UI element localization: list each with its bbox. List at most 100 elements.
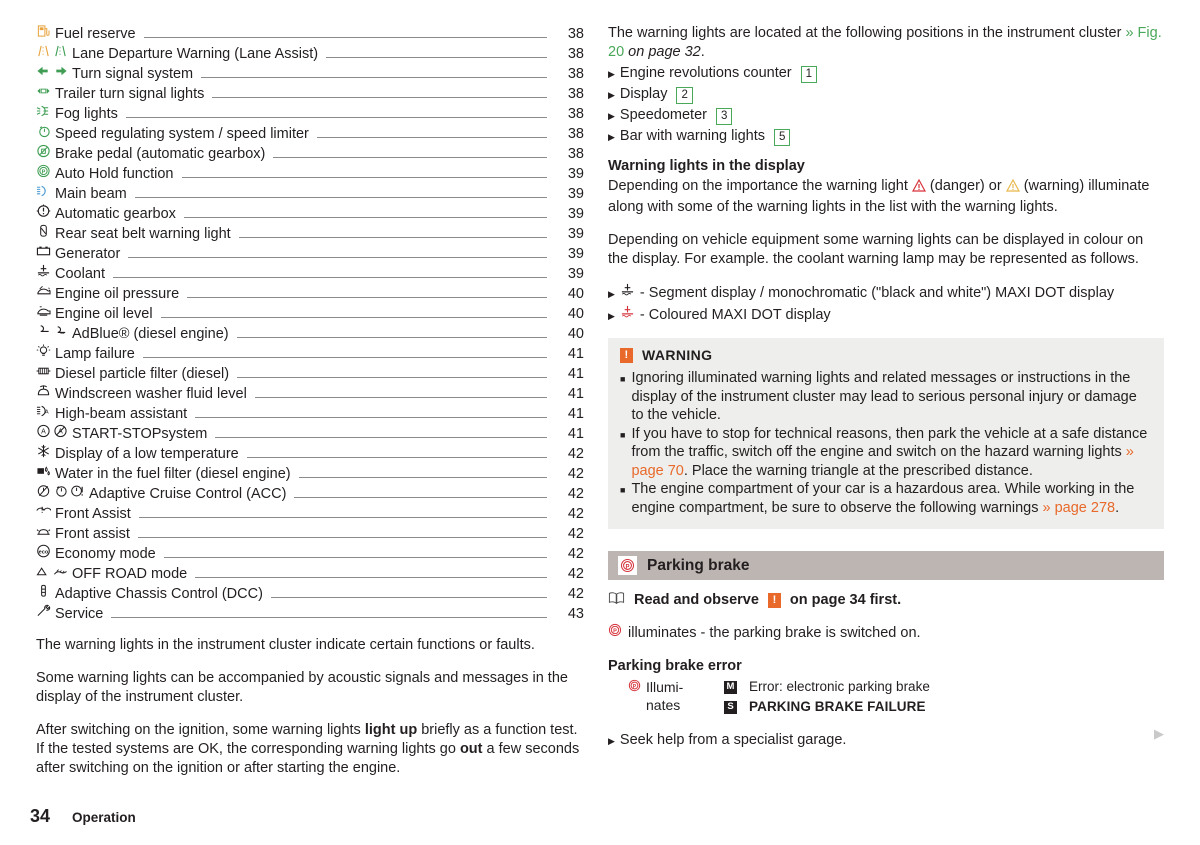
arrow-left-green-icon <box>36 64 51 84</box>
main-beam-icon <box>36 184 51 204</box>
toc-entry[interactable]: AdBlue® (diesel engine) 40 <box>36 324 584 344</box>
toc-leader-line <box>236 337 547 338</box>
toc-entry-page: 39 <box>567 166 584 182</box>
toc-leader-line <box>238 237 547 238</box>
toc-entry[interactable]: Coolant 39 <box>36 264 584 284</box>
toc-entry[interactable]: Lane Departure Warning (Lane Assist) 38 <box>36 44 584 64</box>
toc-entry[interactable]: Engine oil pressure 40 <box>36 284 584 304</box>
toc-entry[interactable]: Speed regulating system / speed limiter 3… <box>36 124 584 144</box>
toc-entry[interactable]: Lamp failure 41 <box>36 344 584 364</box>
warning-item: ■ The engine compartment of your car is a… <box>620 480 1152 517</box>
bullet-triangle-icon: ▶ <box>608 132 615 142</box>
toc-entry[interactable]: eco Economy mode 42 <box>36 544 584 564</box>
warning-lights-display-heading: Warning lights in the display <box>608 158 805 174</box>
toc-entry-label: Economy mode <box>55 546 156 562</box>
read-and-observe-line: Read and observe ! on page 34 first. <box>608 591 1164 609</box>
toc-entry[interactable]: Automatic gearbox 39 <box>36 204 584 224</box>
toc-leader-line <box>294 497 547 498</box>
acc-icon-2 <box>53 484 68 504</box>
toc-entry-icons <box>36 204 51 224</box>
service-icon <box>36 604 51 624</box>
svg-text:P: P <box>625 564 629 570</box>
toc-entry-page: 39 <box>567 266 584 282</box>
toc-entry[interactable]: Water in the fuel filter (diesel engine)… <box>36 464 584 484</box>
toc-entry[interactable]: Fog lights 38 <box>36 104 584 124</box>
toc-entry[interactable]: Adaptive Cruise Control (ACC) 42 <box>36 484 584 504</box>
parking-brake-message-text: Error: electronic parking brake <box>749 679 930 694</box>
toc-leader-line <box>237 377 547 378</box>
toc-entry-icons: A <box>36 404 51 424</box>
toc-entry-icons <box>36 184 51 204</box>
toc-entry-page: 40 <box>567 286 584 302</box>
toc-entry[interactable]: Brake pedal (automatic gearbox) 38 <box>36 144 584 164</box>
warning-item: ■ Ignoring illuminated warning lights and… <box>620 369 1152 425</box>
error-table-col-messages: M Error: electronic parking brake S PARKING… <box>724 678 930 716</box>
toc-entry-icons <box>36 604 51 624</box>
parking-brake-table-icon: P <box>628 678 641 696</box>
toc-entry-icons <box>36 584 51 604</box>
toc-leader-line <box>134 197 547 198</box>
toc-entry[interactable]: Turn signal system 38 <box>36 64 584 84</box>
toc-entry[interactable]: Display of a low temperature 42 <box>36 444 584 464</box>
toc-entry[interactable]: Trailer turn signal lights 38 <box>36 84 584 104</box>
toc-leader-line <box>270 597 547 598</box>
toc-entry-icons <box>36 224 51 244</box>
intro-period: . <box>700 44 705 60</box>
toc-entry[interactable]: A High-beam assistant 41 <box>36 404 584 424</box>
toc-leader-line <box>137 537 547 538</box>
toc-leader-line <box>160 317 547 318</box>
toc-entry-label: Display of a low temperature <box>55 446 239 462</box>
automatic-gearbox-icon <box>36 204 51 224</box>
toc-entry[interactable]: Front Assist 42 <box>36 504 584 524</box>
toc-entry-icons <box>36 364 51 384</box>
toc-entry-page: 40 <box>567 306 584 322</box>
toc-entry[interactable]: A A START-STOPsystem 41 <box>36 424 584 444</box>
toc-entry[interactable]: Generator 39 <box>36 244 584 264</box>
toc-leader-line <box>112 277 547 278</box>
toc-leader-line <box>183 217 547 218</box>
left-body-text: The warning lights in the instrument clu… <box>36 636 584 778</box>
toc-entry-label: Generator <box>55 246 121 262</box>
toc-entry-page: 38 <box>567 86 584 102</box>
table-of-contents: Fuel reserve 38 Lane Departure Warning (La… <box>36 24 584 624</box>
toc-entry-label: Windscreen washer fluid level <box>55 386 247 402</box>
toc-entry[interactable]: Diesel particle filter (diesel) 41 <box>36 364 584 384</box>
toc-entry[interactable]: Main beam 39 <box>36 184 584 204</box>
toc-entry[interactable]: Fuel reserve 38 <box>36 24 584 44</box>
warning-box: ! WARNING ■ Ignoring illuminated warning … <box>608 338 1164 529</box>
toc-leader-line <box>215 437 547 438</box>
toc-entry[interactable]: Rear seat belt warning light 39 <box>36 224 584 244</box>
parking-brake-section-header: P Parking brake <box>608 551 1164 580</box>
exclamation-icon: ! <box>620 347 633 363</box>
toc-entry-icons <box>36 484 85 504</box>
toc-entry-page: 41 <box>567 406 584 422</box>
toc-entry-page: 42 <box>567 586 584 602</box>
lane-assist-amber-icon <box>36 44 51 64</box>
toc-leader-line <box>298 477 547 478</box>
instrument-position-item: ▶ Bar with warning lights 5 <box>608 127 1164 147</box>
toc-entry[interactable]: Engine oil level 40 <box>36 304 584 324</box>
toc-leader-line <box>143 37 547 38</box>
read-observe-text-2: on page 34 first. <box>789 592 902 608</box>
toc-entry-icons <box>36 384 51 404</box>
left-paragraph-1: The warning lights in the instrument clu… <box>36 637 535 653</box>
bullet-triangle-icon: ▶ <box>608 111 615 121</box>
toc-leader-line <box>142 357 547 358</box>
intro-text-1: The warning lights are located at the fo… <box>608 25 1126 41</box>
toc-entry[interactable]: Windscreen washer fluid level 41 <box>36 384 584 404</box>
oil-level-icon <box>36 304 51 324</box>
toc-entry[interactable]: OFF ROAD mode 42 <box>36 564 584 584</box>
toc-entry[interactable]: Service 43 <box>36 604 584 624</box>
acc-icon-3 <box>70 484 85 504</box>
adblue-alt-icon <box>53 324 68 344</box>
toc-entry[interactable]: Adaptive Chassis Control (DCC) 42 <box>36 584 584 604</box>
toc-entry-page: 39 <box>567 186 584 202</box>
toc-entry-page: 38 <box>567 66 584 82</box>
toc-entry-page: 42 <box>567 546 584 562</box>
toc-entry[interactable]: Front assist 42 <box>36 524 584 544</box>
fuel-pump-icon <box>36 24 51 44</box>
toc-entry[interactable]: P Auto Hold function 39 <box>36 164 584 184</box>
page-reference-link[interactable]: » page 278 <box>1043 500 1116 516</box>
warning-text-b: . <box>1115 499 1120 516</box>
washer-fluid-icon <box>36 384 51 404</box>
